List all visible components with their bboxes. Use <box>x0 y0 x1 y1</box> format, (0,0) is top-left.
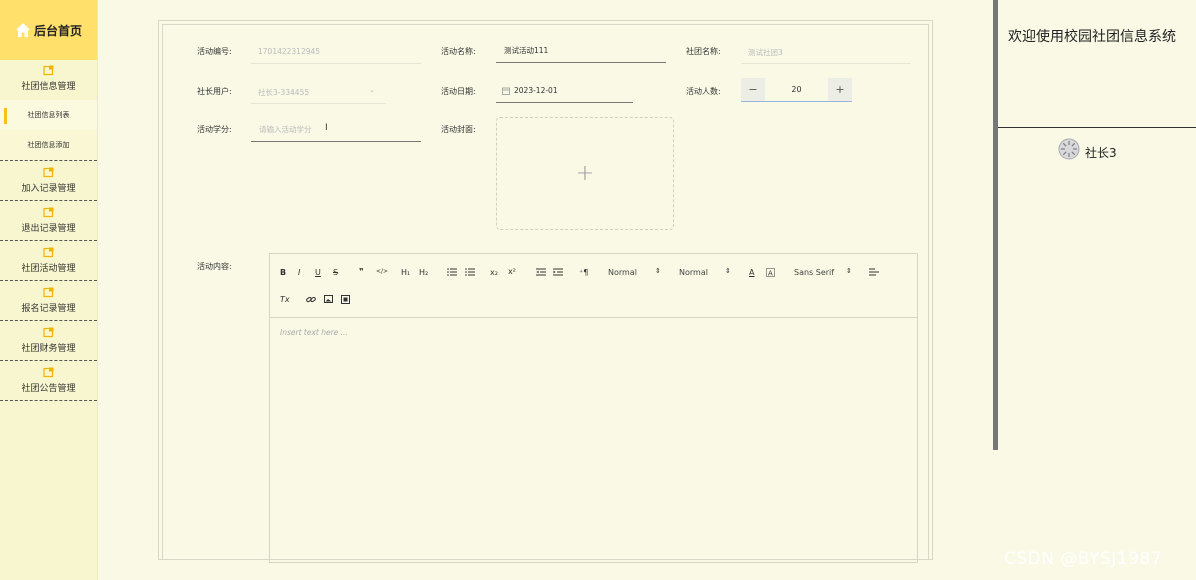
size-select-2[interactable]: Normal <box>679 268 708 277</box>
user-name[interactable]: 社长3 <box>1085 144 1117 161</box>
menu-label: 社团公告管理 <box>21 384 76 394</box>
menu-icon <box>43 327 54 338</box>
home-link[interactable]: 后台首页 <box>0 0 97 60</box>
background-color-icon[interactable]: A <box>766 268 775 277</box>
plus-icon: + <box>575 161 595 186</box>
cover-uploader[interactable]: + <box>496 117 674 230</box>
clean-format-button[interactable]: Tx <box>280 295 290 304</box>
indent-icon[interactable] <box>553 268 563 276</box>
divider <box>998 127 1196 128</box>
participants-stepper[interactable]: − 20 + <box>741 78 852 102</box>
blockquote-button[interactable]: ❞ <box>359 267 364 276</box>
calendar-icon <box>502 87 510 95</box>
activity-name-input[interactable]: 测试活动111 <box>496 39 666 63</box>
form-inner: 活动编号: 1701422312945 活动名称: 测试活动111 社团名称: … <box>162 24 929 563</box>
code-block-button[interactable]: </> <box>376 268 388 275</box>
menu-signups[interactable]: 报名记录管理 <box>0 281 97 321</box>
bold-button[interactable]: B <box>280 268 286 277</box>
menu-label: 加入记录管理 <box>21 184 76 194</box>
image-icon[interactable] <box>324 295 333 303</box>
menu-icon <box>43 167 54 178</box>
credits-input[interactable]: 请输入活动学分 <box>251 117 421 142</box>
watermark: CSDN @BYSJ1987 <box>1004 549 1163 569</box>
editor-placeholder[interactable]: Insert text here ... <box>280 328 348 337</box>
menu-icon <box>43 247 54 258</box>
participants-label: 活动人数: <box>686 87 721 96</box>
menu-icon <box>43 207 54 218</box>
ordered-list-icon[interactable] <box>447 268 457 276</box>
menu-label: 社团财务管理 <box>21 344 76 354</box>
right-panel: 欢迎使用校园社团信息系统 社长3 <box>998 0 1196 580</box>
h1-button[interactable]: H₁ <box>401 268 410 277</box>
video-icon[interactable] <box>341 295 350 304</box>
bullet-list-icon[interactable] <box>465 268 475 276</box>
brand-title: 后台首页 <box>33 23 82 38</box>
chevron-down-icon: ⌄ <box>369 86 375 94</box>
leader-user-underline <box>251 103 386 104</box>
decrement-button[interactable]: − <box>741 78 765 101</box>
home-icon <box>15 23 30 37</box>
submenu-club-add[interactable]: 社团信息添加 <box>0 130 97 160</box>
welcome-title: 欢迎使用校园社团信息系统 <box>1008 29 1176 45</box>
text-cursor-icon: I <box>325 123 328 133</box>
club-name-underline <box>741 63 911 64</box>
updown-icon: ⇕ <box>846 267 852 275</box>
strike-button[interactable]: S <box>333 268 338 277</box>
rtl-button[interactable]: ⁺¶ <box>579 268 588 277</box>
avatar[interactable] <box>1058 138 1080 160</box>
rich-text-editor: B I U S ❞ </> H₁ H₂ x₂ x² ⁺¶ Normal ⇕ No… <box>269 253 918 563</box>
svg-text:A: A <box>768 270 773 278</box>
leader-user-select[interactable]: 社长3-334455 <box>258 87 309 98</box>
menu-label: 退出记录管理 <box>21 224 76 234</box>
font-color-button[interactable]: A <box>749 268 754 277</box>
club-name-value: 测试社团3 <box>748 48 783 57</box>
link-icon[interactable] <box>306 295 316 304</box>
increment-button[interactable]: + <box>828 78 852 101</box>
superscript-button[interactable]: x² <box>508 267 516 276</box>
leader-user-label: 社长用户: <box>197 87 232 96</box>
menu-activities[interactable]: 社团活动管理 <box>0 241 97 281</box>
credits-label: 活动学分: <box>197 125 232 134</box>
underline-button[interactable]: U <box>315 268 321 277</box>
club-name-label: 社团名称: <box>686 47 721 56</box>
subscript-button[interactable]: x₂ <box>490 268 498 277</box>
editor-toolbar: B I U S ❞ </> H₁ H₂ x₂ x² ⁺¶ Normal ⇕ No… <box>270 254 917 318</box>
align-left-icon[interactable] <box>869 268 879 276</box>
sidebar: 后台首页 社团信息管理 社团信息列表 社团信息添加 加入记录管理 退出记录管理 … <box>0 0 98 580</box>
menu-exit-records[interactable]: 退出记录管理 <box>0 201 97 241</box>
menu-notices[interactable]: 社团公告管理 <box>0 361 97 401</box>
activity-name-label: 活动名称: <box>441 47 476 56</box>
activity-no-value: 1701422312945 <box>258 47 321 56</box>
font-family-select[interactable]: Sans Serif <box>794 268 834 277</box>
activity-no-label: 活动编号: <box>197 47 232 56</box>
menu-label: 社团信息管理 <box>21 82 76 92</box>
activity-no-underline <box>251 63 421 64</box>
size-select-1[interactable]: Normal <box>608 268 637 277</box>
menu-club-info[interactable]: 社团信息管理 <box>0 60 97 100</box>
activity-date-label: 活动日期: <box>441 87 476 96</box>
updown-icon: ⇕ <box>655 267 661 275</box>
menu-icon <box>43 367 54 378</box>
updown-icon: ⇕ <box>725 267 731 275</box>
menu-icon <box>43 287 54 298</box>
menu-finance[interactable]: 社团财务管理 <box>0 321 97 361</box>
outdent-icon[interactable] <box>536 268 546 276</box>
italic-button[interactable]: I <box>298 268 300 277</box>
form-panel: 活动编号: 1701422312945 活动名称: 测试活动111 社团名称: … <box>158 20 933 563</box>
participants-value[interactable]: 20 <box>765 78 828 101</box>
activity-date-input[interactable]: 2023-12-01 <box>496 79 633 103</box>
menu-join-records[interactable]: 加入记录管理 <box>0 161 97 201</box>
h2-button[interactable]: H₂ <box>419 268 428 277</box>
menu-label: 报名记录管理 <box>21 304 76 314</box>
menu-label: 社团活动管理 <box>21 264 76 274</box>
submenu-club-list[interactable]: 社团信息列表 <box>0 100 97 130</box>
cover-label: 活动封面: <box>441 125 476 134</box>
menu-icon <box>43 65 54 76</box>
activity-date-value: 2023-12-01 <box>514 86 558 95</box>
content-label: 活动内容: <box>197 262 232 271</box>
